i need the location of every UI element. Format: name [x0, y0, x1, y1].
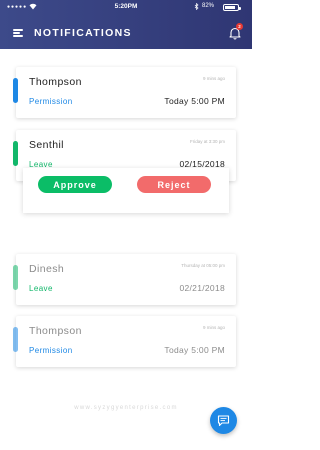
bluetooth-icon	[194, 2, 199, 12]
approve-button[interactable]: Approve	[38, 176, 112, 193]
chat-bubble-icon	[217, 415, 230, 427]
card-accent-bar	[13, 327, 18, 352]
hamburger-menu-icon[interactable]	[13, 29, 23, 37]
approval-actions-panel: Approve Reject	[23, 168, 229, 213]
battery-icon	[223, 4, 241, 11]
sender-name: Dinesh	[29, 263, 65, 275]
request-datetime: Today 5:00 PM	[164, 345, 225, 355]
page-title: NOTIFICATIONS	[34, 27, 132, 39]
notification-timestamp: 9 mins ago	[202, 325, 225, 330]
request-type: Leave	[29, 284, 53, 293]
chat-button[interactable]	[210, 407, 237, 434]
request-type: Permission	[29, 97, 73, 106]
sender-name: Thompson	[29, 76, 82, 88]
battery-level	[225, 6, 235, 9]
card-accent-bar	[13, 265, 18, 290]
notification-timestamp: Thursday at 05:00 pm	[181, 263, 225, 268]
sender-name: Thompson	[29, 325, 82, 337]
notification-timestamp: 9 mins ago	[202, 76, 225, 81]
request-datetime: 02/21/2018	[179, 283, 225, 293]
sender-name: Senthil	[29, 139, 64, 151]
battery-percent: 82%	[202, 3, 215, 9]
status-bar: ●●●●● 5:20PM 82%	[0, 0, 252, 14]
notification-card[interactable]: Thompson 9 mins ago Permission Today 5:0…	[13, 316, 236, 367]
notification-card[interactable]: Thompson 9 mins ago Permission Today 5:0…	[13, 67, 236, 118]
card-accent-bar	[13, 78, 18, 103]
card-accent-bar	[13, 141, 18, 166]
request-datetime: Today 5:00 PM	[164, 96, 225, 106]
status-time: 5:20PM	[114, 3, 138, 10]
request-type: Permission	[29, 346, 73, 355]
notification-count-badge: 2	[236, 23, 243, 30]
notification-timestamp: Friday at 3:30 pm	[189, 139, 225, 144]
app-header: ●●●●● 5:20PM 82% NOTIFICATIONS 2	[0, 0, 252, 49]
notification-card[interactable]: Dinesh Thursday at 05:00 pm Leave 02/21/…	[13, 254, 236, 305]
bell-icon[interactable]: 2	[228, 23, 243, 40]
reject-button[interactable]: Reject	[137, 176, 211, 193]
